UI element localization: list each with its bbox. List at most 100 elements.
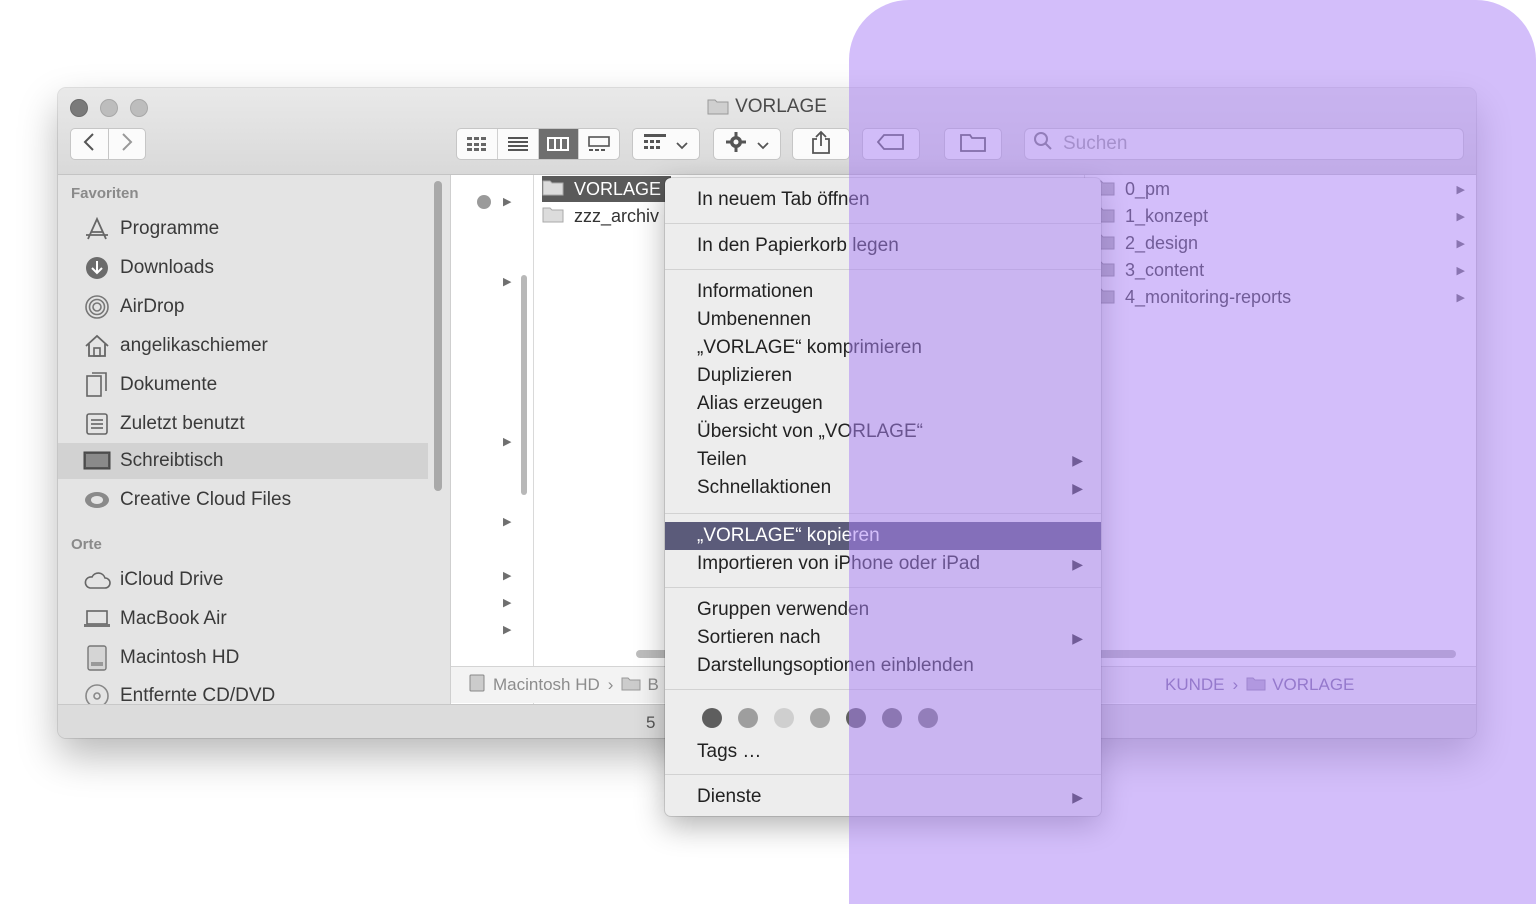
sidebar-item-label: MacBook Air: [120, 608, 227, 629]
search-field[interactable]: [1024, 128, 1464, 160]
share-button[interactable]: [792, 128, 850, 160]
sidebar-item-zuletzt[interactable]: Zuletzt benutzt: [58, 406, 428, 442]
action-button[interactable]: [713, 128, 781, 160]
path-segment-label: VORLAGE: [1272, 675, 1355, 694]
titlebar: VORLAGE: [58, 88, 1476, 175]
menu-item-open-new-tab[interactable]: In neuem Tab öffnen: [665, 186, 1101, 214]
documents-icon: [82, 372, 112, 398]
menu-item-label: In neuem Tab öffnen: [697, 189, 870, 210]
sidebar-item-downloads[interactable]: Downloads: [58, 250, 428, 286]
sidebar-item-icloud[interactable]: iCloud Drive: [58, 562, 428, 598]
disclosure-arrow-icon[interactable]: ▶: [503, 195, 511, 208]
list-item-vorlage[interactable]: VORLAGE: [542, 176, 672, 202]
menu-item-compress[interactable]: „VORLAGE“ komprimieren: [665, 334, 1101, 362]
sidebar-scrollbar[interactable]: [434, 181, 442, 491]
sidebar-item-schreibtisch[interactable]: Schreibtisch: [58, 443, 428, 479]
nav-button-group: [70, 128, 146, 160]
sidebar-item-creative-cloud[interactable]: Creative Cloud Files: [58, 482, 428, 518]
menu-item-quick-actions[interactable]: Schnellaktionen ▶: [665, 474, 1101, 502]
menu-item-info[interactable]: Informationen: [665, 278, 1101, 306]
sidebar-item-label: Macintosh HD: [120, 647, 240, 668]
tag-color-dot[interactable]: [702, 708, 722, 728]
tag-color-dot[interactable]: [882, 708, 902, 728]
folder-icon: [621, 675, 641, 696]
horizontal-scrollbar[interactable]: [1098, 650, 1456, 658]
disclosure-arrow-icon[interactable]: ▶: [503, 569, 511, 582]
list-item-0-pm[interactable]: 0_pm ▶: [1093, 176, 1469, 202]
menu-item-label: Informationen: [697, 281, 814, 302]
menu-item-copy[interactable]: „VORLAGE“ kopieren: [665, 522, 1101, 550]
tag-color-dot[interactable]: [810, 708, 830, 728]
menu-separator: [665, 689, 1101, 690]
disclosure-arrow-icon[interactable]: ▶: [503, 623, 511, 636]
menu-item-tags[interactable]: Tags …: [665, 738, 1101, 766]
list-item-label: 1_konzept: [1125, 205, 1209, 226]
disclosure-arrow-icon: ▶: [1456, 210, 1465, 223]
menu-item-duplicate[interactable]: Duplizieren: [665, 362, 1101, 390]
sidebar-item-label: Dokumente: [120, 374, 218, 395]
group-button[interactable]: [632, 128, 700, 160]
list-item-label: 3_content: [1125, 259, 1205, 280]
chevron-left-icon[interactable]: [71, 132, 108, 157]
list-view-icon[interactable]: [498, 129, 539, 159]
path-segment[interactable]: KUNDE › VORLAGE: [1165, 675, 1354, 696]
path-segment[interactable]: Macintosh HD › B: [469, 674, 659, 697]
menu-item-quicklook[interactable]: Übersicht von „VORLAGE“: [665, 418, 1101, 446]
menu-item-rename[interactable]: Umbenennen: [665, 306, 1101, 334]
disclosure-arrow-icon[interactable]: ▶: [503, 515, 511, 528]
sidebar-item-airdrop[interactable]: AirDrop: [58, 289, 428, 325]
disclosure-arrow-icon[interactable]: ▶: [503, 435, 511, 448]
cloud-icon: [82, 567, 112, 593]
search-input[interactable]: [1061, 132, 1445, 156]
list-item-1-konzept[interactable]: 1_konzept ▶: [1093, 203, 1469, 229]
window-title: VORLAGE: [58, 96, 1476, 121]
chevron-right-icon[interactable]: [108, 132, 145, 157]
list-item-3-content[interactable]: 3_content ▶: [1093, 257, 1469, 283]
tag-button[interactable]: [862, 128, 920, 160]
column-view-icon[interactable]: [538, 129, 580, 159]
menu-item-sort[interactable]: Sortieren nach ▶: [665, 624, 1101, 652]
tag-color-dot[interactable]: [738, 708, 758, 728]
sidebar-item-macintosh-hd[interactable]: Macintosh HD: [58, 640, 428, 676]
menu-item-view-options[interactable]: Darstellungsoptionen einblenden: [665, 652, 1101, 680]
tag-color-dot[interactable]: [846, 708, 866, 728]
list-item-label: zzz_archiv: [574, 205, 660, 226]
gallery-view-icon[interactable]: [579, 129, 619, 159]
tag-color-dot[interactable]: [918, 708, 938, 728]
folder-icon: [542, 178, 564, 201]
new-folder-icon: [960, 132, 986, 157]
chevron-down-icon: [757, 134, 769, 155]
list-item-4-monitoring[interactable]: 4_monitoring-reports ▶: [1093, 284, 1469, 310]
new-folder-button[interactable]: [944, 128, 1002, 160]
menu-item-services[interactable]: Dienste ▶: [665, 783, 1101, 811]
window-title-text: VORLAGE: [735, 96, 827, 117]
menu-separator: [665, 587, 1101, 588]
menu-item-label: Darstellungsoptionen einblenden: [697, 655, 974, 676]
desktop-icon: [82, 448, 112, 474]
list-item-zzz-archiv[interactable]: zzz_archiv: [542, 203, 659, 229]
sidebar-item-dokumente[interactable]: Dokumente: [58, 367, 428, 403]
gear-icon: [725, 131, 747, 158]
status-text: 5: [646, 713, 656, 732]
laptop-icon: [82, 606, 112, 632]
tag-icon: [876, 133, 905, 155]
icon-view-icon[interactable]: [457, 129, 498, 159]
menu-item-alias[interactable]: Alias erzeugen: [665, 390, 1101, 418]
sidebar-item-home[interactable]: angelikaschiemer: [58, 328, 428, 364]
menu-item-import[interactable]: Importieren von iPhone oder iPad ▶: [665, 550, 1101, 578]
path-segment-label: Macintosh HD: [493, 675, 600, 694]
column-1-scrollbar[interactable]: [521, 275, 527, 495]
sidebar-item-macbook[interactable]: MacBook Air: [58, 601, 428, 637]
menu-separator: [665, 513, 1101, 514]
menu-item-label: Alias erzeugen: [697, 393, 823, 414]
menu-item-groups[interactable]: Gruppen verwenden: [665, 596, 1101, 624]
disclosure-arrow-icon[interactable]: ▶: [503, 275, 511, 288]
sidebar-item-programme[interactable]: Programme: [58, 211, 428, 247]
menu-item-share[interactable]: Teilen ▶: [665, 446, 1101, 474]
tag-color-dot[interactable]: [774, 708, 794, 728]
menu-item-trash[interactable]: In den Papierkorb legen: [665, 232, 1101, 260]
disclosure-arrow-icon[interactable]: ▶: [503, 596, 511, 609]
path-chevron-icon: ›: [607, 675, 614, 694]
share-icon: [811, 130, 831, 159]
list-item-2-design[interactable]: 2_design ▶: [1093, 230, 1469, 256]
